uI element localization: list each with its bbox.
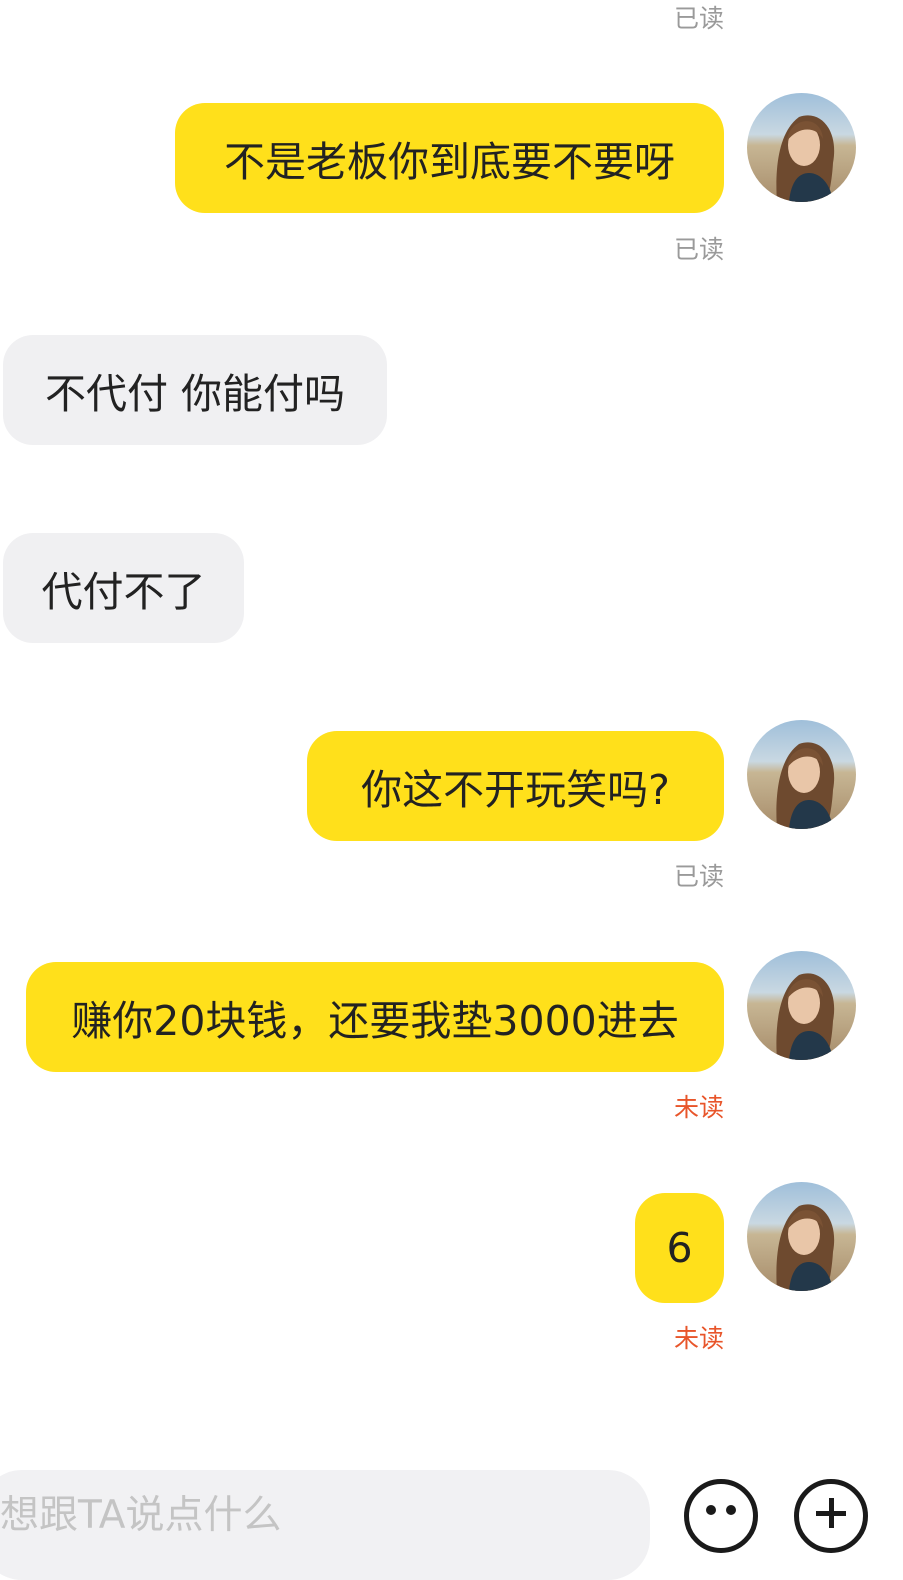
- user-avatar[interactable]: [747, 1182, 856, 1291]
- message-bubble-received[interactable]: 不代付 你能付吗: [3, 335, 387, 445]
- plus-circle-icon: [816, 1498, 846, 1528]
- message-input-placeholder: 想跟TA说点什么: [0, 1493, 282, 1538]
- message-bubble-received[interactable]: 代付不了: [3, 533, 244, 643]
- avatar-portrait-icon: [776, 1204, 835, 1291]
- message-bubble-sent[interactable]: 6: [635, 1193, 724, 1303]
- user-avatar[interactable]: [747, 93, 856, 202]
- message-bubble-sent[interactable]: 不是老板你到底要不要呀: [175, 103, 724, 213]
- unread-status: 未读: [673, 1324, 724, 1353]
- emoji-button[interactable]: [684, 1479, 758, 1553]
- avatar-portrait-icon: [776, 973, 835, 1060]
- user-avatar[interactable]: [747, 951, 856, 1060]
- avatar-portrait-icon: [776, 742, 835, 829]
- avatar-portrait-icon: [776, 115, 835, 202]
- message-bubble-sent[interactable]: 你这不开玩笑吗?: [307, 731, 724, 841]
- message-bubble-sent[interactable]: 赚你20块钱，还要我垫3000进去: [26, 962, 724, 1072]
- read-status: 已读: [673, 4, 724, 33]
- emoji-face-icon: [706, 1505, 736, 1515]
- user-avatar[interactable]: [747, 720, 856, 829]
- read-status: 已读: [673, 235, 724, 264]
- unread-status: 未读: [673, 1093, 724, 1122]
- read-status: 已读: [673, 862, 724, 891]
- add-attachment-button[interactable]: [794, 1479, 868, 1553]
